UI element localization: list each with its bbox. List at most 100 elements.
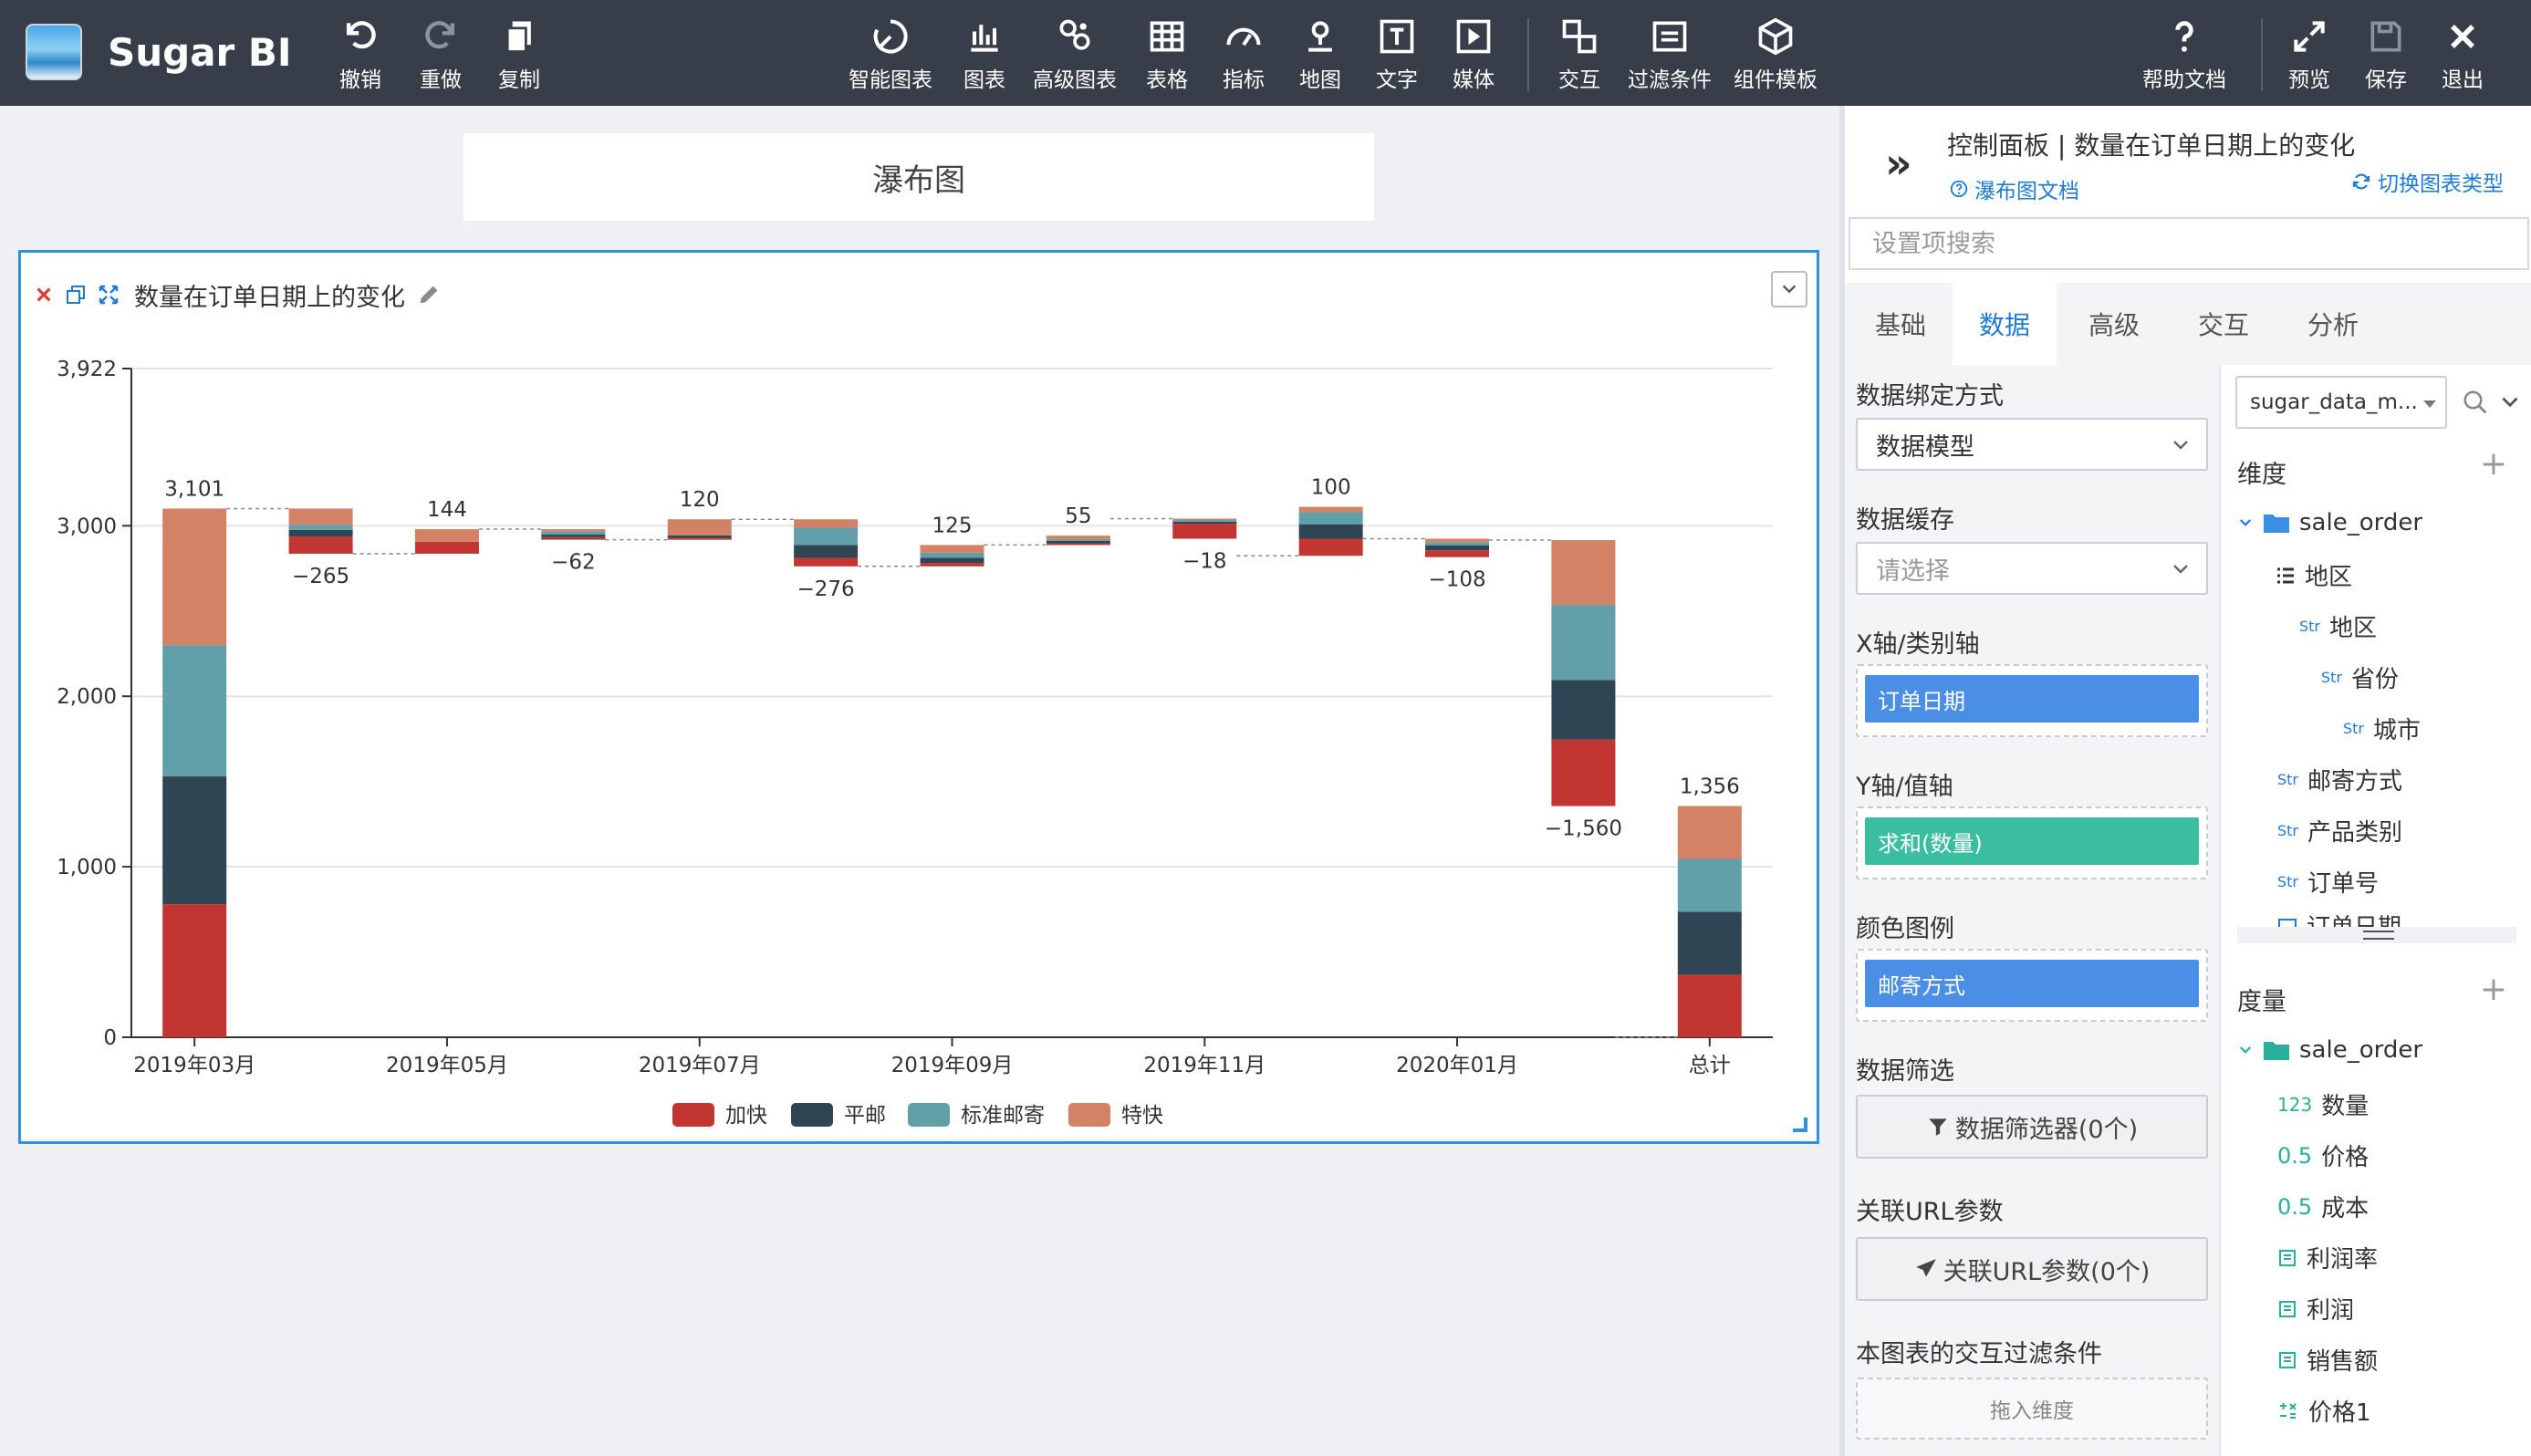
help-button[interactable]: 帮助文档 xyxy=(2142,16,2226,95)
funnel-icon xyxy=(1929,1118,1947,1136)
measure-item-label: 数量 xyxy=(2321,1093,2370,1120)
resize-handle[interactable] xyxy=(1793,1118,1807,1132)
measure-folder[interactable]: sale_order xyxy=(2237,1036,2422,1064)
measure-item[interactable]: 123 数量 xyxy=(2277,1087,2369,1121)
collapse-panel-icon[interactable]: » xyxy=(1885,139,1912,188)
measure-item[interactable]: 利润 xyxy=(2277,1292,2354,1326)
url-param-button[interactable]: 关联URL参数(0个) xyxy=(1856,1237,2208,1301)
copy-button[interactable]: 复制 xyxy=(498,16,540,95)
filter-button[interactable]: 过滤条件 xyxy=(1628,16,1712,95)
map-button[interactable]: 地图 xyxy=(1299,16,1341,95)
table-label: 表格 xyxy=(1146,68,1188,92)
bind-mode-select[interactable]: 数据模型 xyxy=(1856,418,2208,471)
tab-analysis[interactable]: 分析 xyxy=(2281,283,2385,365)
color-legend-field-pill[interactable]: 邮寄方式 xyxy=(1865,960,2199,1007)
table-button[interactable]: 表格 xyxy=(1146,16,1188,95)
tab-advanced[interactable]: 高级 xyxy=(2062,283,2166,365)
switch-chart-type-link[interactable]: 切换图表类型 xyxy=(2350,166,2504,197)
chart-card[interactable]: 0 1,000 2,000 3,000 3,922 3,101 −265 144 −62 120 −… xyxy=(18,250,1819,1144)
dimension-item-label: 城市 xyxy=(2373,717,2422,744)
add-measure-icon[interactable]: + xyxy=(2480,971,2507,1008)
chevron-down-icon xyxy=(2173,441,2188,450)
legend-swatch xyxy=(908,1103,950,1127)
dimension-item-label: 订单号 xyxy=(2307,870,2380,898)
interact-filter-drop-zone[interactable]: 拖入维度 xyxy=(1856,1378,2208,1440)
card-header: 数量在订单日期上的变化 xyxy=(34,276,442,313)
fullscreen-icon[interactable] xyxy=(98,284,120,306)
cache-select[interactable]: 请选择 xyxy=(1856,542,2208,595)
search-icon[interactable] xyxy=(2462,389,2489,416)
template-button[interactable]: 组件模板 xyxy=(1734,16,1818,95)
measure-item[interactable]: 0.5 价格 xyxy=(2277,1139,2369,1172)
dimension-folder-label: sale_order xyxy=(2299,509,2423,536)
tab-interaction[interactable]: 交互 xyxy=(2172,283,2276,365)
y-tick-label: 0 xyxy=(103,1026,117,1050)
dimension-item[interactable]: Str 城市 xyxy=(2343,712,2421,745)
waterfall-bar-segment xyxy=(1046,538,1110,541)
measure-item[interactable]: 利润率 xyxy=(2277,1241,2378,1274)
text-button[interactable]: 文字 xyxy=(1376,16,1418,95)
metric-button[interactable]: 指标 xyxy=(1223,16,1265,95)
folder-open-icon xyxy=(2264,1042,2289,1060)
adv-chart-icon xyxy=(1059,19,1090,50)
y-axis-drop-zone[interactable]: 求和(数量) xyxy=(1856,806,2208,879)
duplicate-icon[interactable] xyxy=(65,284,87,306)
waterfall-bar-segment xyxy=(1551,605,1616,681)
dimension-item[interactable]: Str 订单号 xyxy=(2277,865,2379,899)
dimension-item[interactable]: Str 产品类别 xyxy=(2277,814,2402,848)
expand-icon xyxy=(2294,21,2325,52)
text-label: 文字 xyxy=(1376,68,1418,92)
measure-item[interactable]: 销售额 xyxy=(2277,1343,2378,1377)
copy-icon xyxy=(505,21,531,53)
media-label: 媒体 xyxy=(1453,68,1495,92)
chevron-down-icon[interactable] xyxy=(2498,390,2522,414)
smart-chart-button[interactable]: 智能图表 xyxy=(849,16,932,95)
chart-button[interactable]: 图表 xyxy=(963,16,1005,95)
edit-pencil-icon[interactable] xyxy=(416,282,442,307)
tab-basic[interactable]: 基础 xyxy=(1849,283,1953,365)
panel-header: » 控制面板 | 数量在订单日期上的变化 瀑布图文档 切换图表类型 xyxy=(1845,106,2531,215)
data-label: 144 xyxy=(427,498,467,522)
dimension-item[interactable]: 地区 xyxy=(2276,558,2352,592)
save-button[interactable]: 保存 xyxy=(2365,16,2407,95)
waterfall-bar-segment xyxy=(1551,540,1616,606)
close-icon[interactable] xyxy=(34,285,54,305)
dimension-item[interactable]: Str 省份 xyxy=(2321,660,2399,694)
add-dimension-icon[interactable]: + xyxy=(2480,445,2507,483)
canvas-title[interactable]: 瀑布图 xyxy=(463,133,1374,221)
dimension-item[interactable]: Str 邮寄方式 xyxy=(2277,763,2402,796)
data-model-select[interactable]: sugar_data_m... xyxy=(2235,376,2447,429)
dimension-item-label: 产品类别 xyxy=(2307,819,2403,847)
exit-button[interactable]: 退出 xyxy=(2442,16,2484,95)
chart-doc-link[interactable]: 瀑布图文档 xyxy=(1949,173,2079,204)
waterfall-bar-segment xyxy=(1172,518,1237,520)
color-legend-drop-zone[interactable]: 邮寄方式 xyxy=(1856,949,2208,1022)
adv-chart-button[interactable]: 高级图表 xyxy=(1033,16,1117,95)
measure-item[interactable]: 价格1 xyxy=(2277,1394,2371,1428)
waterfall-bar-segment xyxy=(1551,680,1616,740)
waterfall-bar-segment xyxy=(288,525,353,530)
splitter-bar[interactable] xyxy=(2237,927,2516,943)
data-filter-button[interactable]: 数据筛选器(0个) xyxy=(1856,1095,2208,1159)
interact-button[interactable]: 交互 xyxy=(1558,16,1600,95)
card-title: 数量在订单日期上的变化 xyxy=(134,283,405,312)
tab-data[interactable]: 数据 xyxy=(1953,283,2057,365)
card-menu-dropdown[interactable] xyxy=(1771,271,1807,307)
x-axis-drop-zone[interactable]: 订单日期 xyxy=(1856,664,2208,737)
preview-button[interactable]: 预览 xyxy=(2288,16,2330,95)
undo-button[interactable]: 撤销 xyxy=(339,16,381,95)
media-button[interactable]: 媒体 xyxy=(1453,16,1495,95)
dimension-folder[interactable]: sale_order xyxy=(2237,509,2422,536)
y-axis-field-pill[interactable]: 求和(数量) xyxy=(1865,817,2199,865)
waterfall-bar-segment xyxy=(1677,858,1742,912)
dimension-item[interactable]: Str 地区 xyxy=(2299,609,2377,643)
app-logo-icon xyxy=(26,24,82,80)
waterfall-bar-segment xyxy=(667,537,732,540)
waterfall-bar-segment xyxy=(1551,739,1616,806)
redo-button[interactable]: 重做 xyxy=(420,16,462,95)
x-axis-field-pill[interactable]: 订单日期 xyxy=(1865,675,2199,723)
waterfall-bar-segment xyxy=(1298,538,1363,556)
settings-search-input[interactable] xyxy=(1849,217,2529,270)
measure-item[interactable]: 0.5 成本 xyxy=(2277,1190,2369,1223)
toolbar-divider xyxy=(2261,18,2263,91)
